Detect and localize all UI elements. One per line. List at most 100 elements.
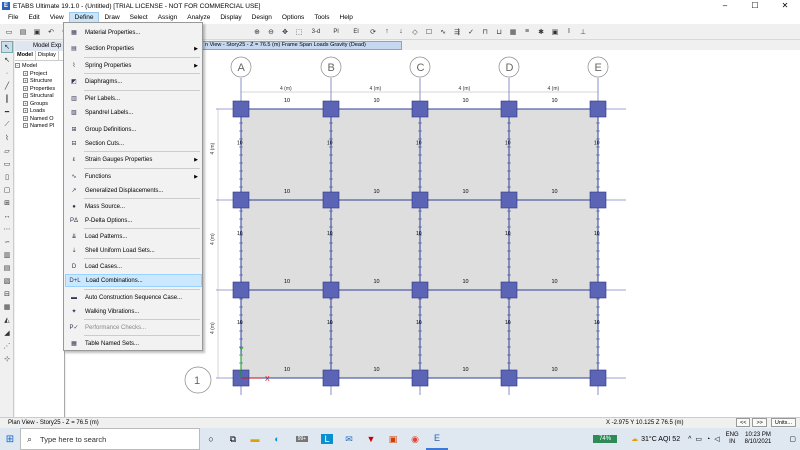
draw-section-cut-icon[interactable]: ⋯ — [1, 223, 13, 235]
move-up-icon[interactable]: ↑ — [381, 26, 393, 38]
display-options-icon[interactable]: ☐ — [423, 26, 435, 38]
units-button[interactable]: Units... — [770, 418, 796, 427]
draw-null-icon[interactable]: ⋰ — [1, 340, 13, 352]
menu-display[interactable]: Display — [215, 12, 246, 24]
zoom-window-icon[interactable]: ⬚ — [293, 26, 305, 38]
expand-icon[interactable]: + — [23, 70, 28, 76]
draw-beam-icon[interactable]: ━ — [1, 106, 13, 118]
windows-start-icon[interactable]: ⊞ — [0, 428, 20, 450]
open-icon[interactable]: ▤ — [17, 26, 29, 38]
draw-dimension-icon[interactable]: ↔ — [1, 210, 13, 222]
menu-file[interactable]: File — [3, 12, 23, 24]
tree-node-structural[interactable]: + Structural — [15, 93, 64, 101]
network-icon[interactable]: ▭ — [695, 435, 702, 443]
store-icon[interactable]: 99+ — [288, 428, 316, 450]
etabs-app-icon[interactable]: E — [2, 2, 10, 10]
maximize-button[interactable]: ☐ — [740, 0, 770, 12]
draw-spandrel-icon[interactable]: ▧ — [1, 275, 13, 287]
tree-node-project[interactable]: + Project — [15, 71, 64, 79]
tab-model[interactable]: Model — [15, 51, 36, 60]
expand-icon[interactable]: + — [23, 100, 28, 106]
menu-item-table-named-sets[interactable]: ▦ Table Named Sets... — [65, 337, 202, 350]
menu-item-group-definitions[interactable]: ⊞ Group Definitions... — [65, 123, 202, 136]
office-icon[interactable]: ▣ — [382, 428, 404, 450]
battery-indicator[interactable]: 74% — [593, 435, 618, 443]
tree-node-model[interactable]: − Model — [15, 63, 64, 71]
undo-icon[interactable]: ↶ — [45, 26, 57, 38]
draw-wall-stack-icon[interactable]: ▦ — [1, 301, 13, 313]
task-view-icon[interactable]: ⧉ — [222, 428, 244, 450]
chrome-icon[interactable]: ◉ — [404, 428, 426, 450]
settings-icon[interactable]: ✱ — [535, 26, 547, 38]
draw-wall-icon[interactable]: ▯ — [1, 171, 13, 183]
tree-node-loads[interactable]: + Loads — [15, 108, 64, 116]
tree-node-named-output[interactable]: + Named O — [15, 116, 64, 124]
pointer-icon[interactable]: ↖ — [1, 41, 13, 53]
menu-item-section-cuts[interactable]: ⊟ Section Cuts... — [65, 137, 202, 150]
tray-chevron-icon[interactable]: ^ — [688, 436, 691, 443]
zoom-in-icon[interactable]: ⊕ — [251, 26, 263, 38]
deformed-shape-icon[interactable]: ∿ — [437, 26, 449, 38]
draw-slab-icon[interactable]: ◭ — [1, 314, 13, 326]
draw-reference-icon[interactable]: ⊹ — [1, 353, 13, 365]
assign-icon[interactable]: ⊟ — [1, 288, 13, 300]
plan-view-tab[interactable]: n View - Story25 - Z = 76.5 (m) Frame Sp… — [202, 41, 402, 50]
expand-icon[interactable]: + — [23, 78, 28, 84]
menu-item-section-properties[interactable]: ▤ Section Properties ▶ — [65, 42, 202, 55]
move-down-icon[interactable]: ↓ — [395, 26, 407, 38]
menu-item-performance-checks[interactable]: P✓ Performance Checks... — [65, 321, 202, 334]
draw-opening-icon[interactable]: ▢ — [1, 184, 13, 196]
volume-icon[interactable]: ◁ — [714, 435, 719, 443]
menu-item-load-cases[interactable]: D Load Cases... — [65, 260, 202, 273]
close-button[interactable]: ✕ — [770, 0, 800, 12]
next-button[interactable]: >> — [752, 418, 767, 427]
legend-icon[interactable]: ≡ — [521, 26, 533, 38]
menu-item-load-patterns[interactable]: ⇊ Load Patterns... — [65, 230, 202, 243]
menu-options[interactable]: Options — [277, 12, 309, 24]
expand-icon[interactable]: + — [23, 123, 28, 129]
menu-item-spring-properties[interactable]: ⌇ Spring Properties ▶ — [65, 59, 202, 72]
new-model-icon[interactable]: ▭ — [3, 26, 15, 38]
wifi-icon[interactable]: ◔ — [706, 436, 710, 443]
clock[interactable]: 10:23 PM 8/10/2021 — [745, 432, 772, 446]
menu-item-auto-construction-sequence-case[interactable]: ▬ Auto Construction Sequence Case... — [65, 291, 202, 304]
menu-item-walking-vibrations[interactable]: ✦ Walking Vibrations... — [65, 305, 202, 318]
file-explorer-icon[interactable]: ▬ — [244, 428, 266, 450]
zoom-out-icon[interactable]: ⊖ — [265, 26, 277, 38]
concrete-icon[interactable]: ▣ — [549, 26, 561, 38]
draw-rect-floor-icon[interactable]: ▭ — [1, 158, 13, 170]
design-check-icon[interactable]: ✓ — [465, 26, 477, 38]
reshape-icon[interactable]: ↖ — [1, 54, 13, 66]
edge-icon[interactable]: ◐ — [266, 428, 288, 450]
taskbar-search[interactable]: ⌕ Type here to search — [20, 428, 200, 450]
draw-column-icon[interactable]: ┃ — [1, 93, 13, 105]
draw-pier-icon[interactable]: ▤ — [1, 262, 13, 274]
member-icon[interactable]: ⊓ — [479, 26, 491, 38]
weather-text[interactable]: 31°C AQI 52 — [641, 436, 680, 443]
draw-joint-icon[interactable]: · — [1, 67, 13, 79]
member-shear-icon[interactable]: ⊔ — [493, 26, 505, 38]
menu-item-spandrel-labels[interactable]: ▧ Spandrel Labels... — [65, 106, 202, 119]
menu-item-mass-source[interactable]: ● Mass Source... — [65, 200, 202, 213]
menu-item-load-combinations[interactable]: D+L Load Combinations... — [65, 274, 202, 287]
view-plan-button[interactable]: Pl — [327, 26, 345, 38]
menu-item-pier-labels[interactable]: ▥ Pier Labels... — [65, 92, 202, 105]
menu-item-shell-uniform-load-sets[interactable]: ⇣ Shell Uniform Load Sets... — [65, 244, 202, 257]
menu-item-p-delta-options[interactable]: PΔ P-Delta Options... — [65, 214, 202, 227]
menu-edit[interactable]: Edit — [23, 12, 44, 24]
cortana-icon[interactable]: ○ — [200, 428, 222, 450]
language-indicator[interactable]: ENG IN — [726, 432, 739, 446]
tree-node-structure[interactable]: + Structure — [15, 78, 64, 86]
tab-display[interactable]: Display — [36, 51, 59, 60]
menu-item-strain-gauges-properties[interactable]: ε Strain Gauges Properties ▶ — [65, 153, 202, 166]
composite-icon[interactable]: ⊥ — [577, 26, 589, 38]
draw-link-icon[interactable]: ⌇ — [1, 132, 13, 144]
save-icon[interactable]: ▣ — [31, 26, 43, 38]
pan-icon[interactable]: ✥ — [279, 26, 291, 38]
draw-tendon-icon[interactable]: ∽ — [1, 236, 13, 248]
previous-button[interactable]: << — [736, 418, 751, 427]
collapse-icon[interactable]: − — [15, 63, 20, 69]
view-elevation-button[interactable]: El — [347, 26, 365, 38]
notifications-icon[interactable]: ▢ — [789, 435, 796, 443]
minimize-button[interactable]: – — [710, 0, 740, 12]
